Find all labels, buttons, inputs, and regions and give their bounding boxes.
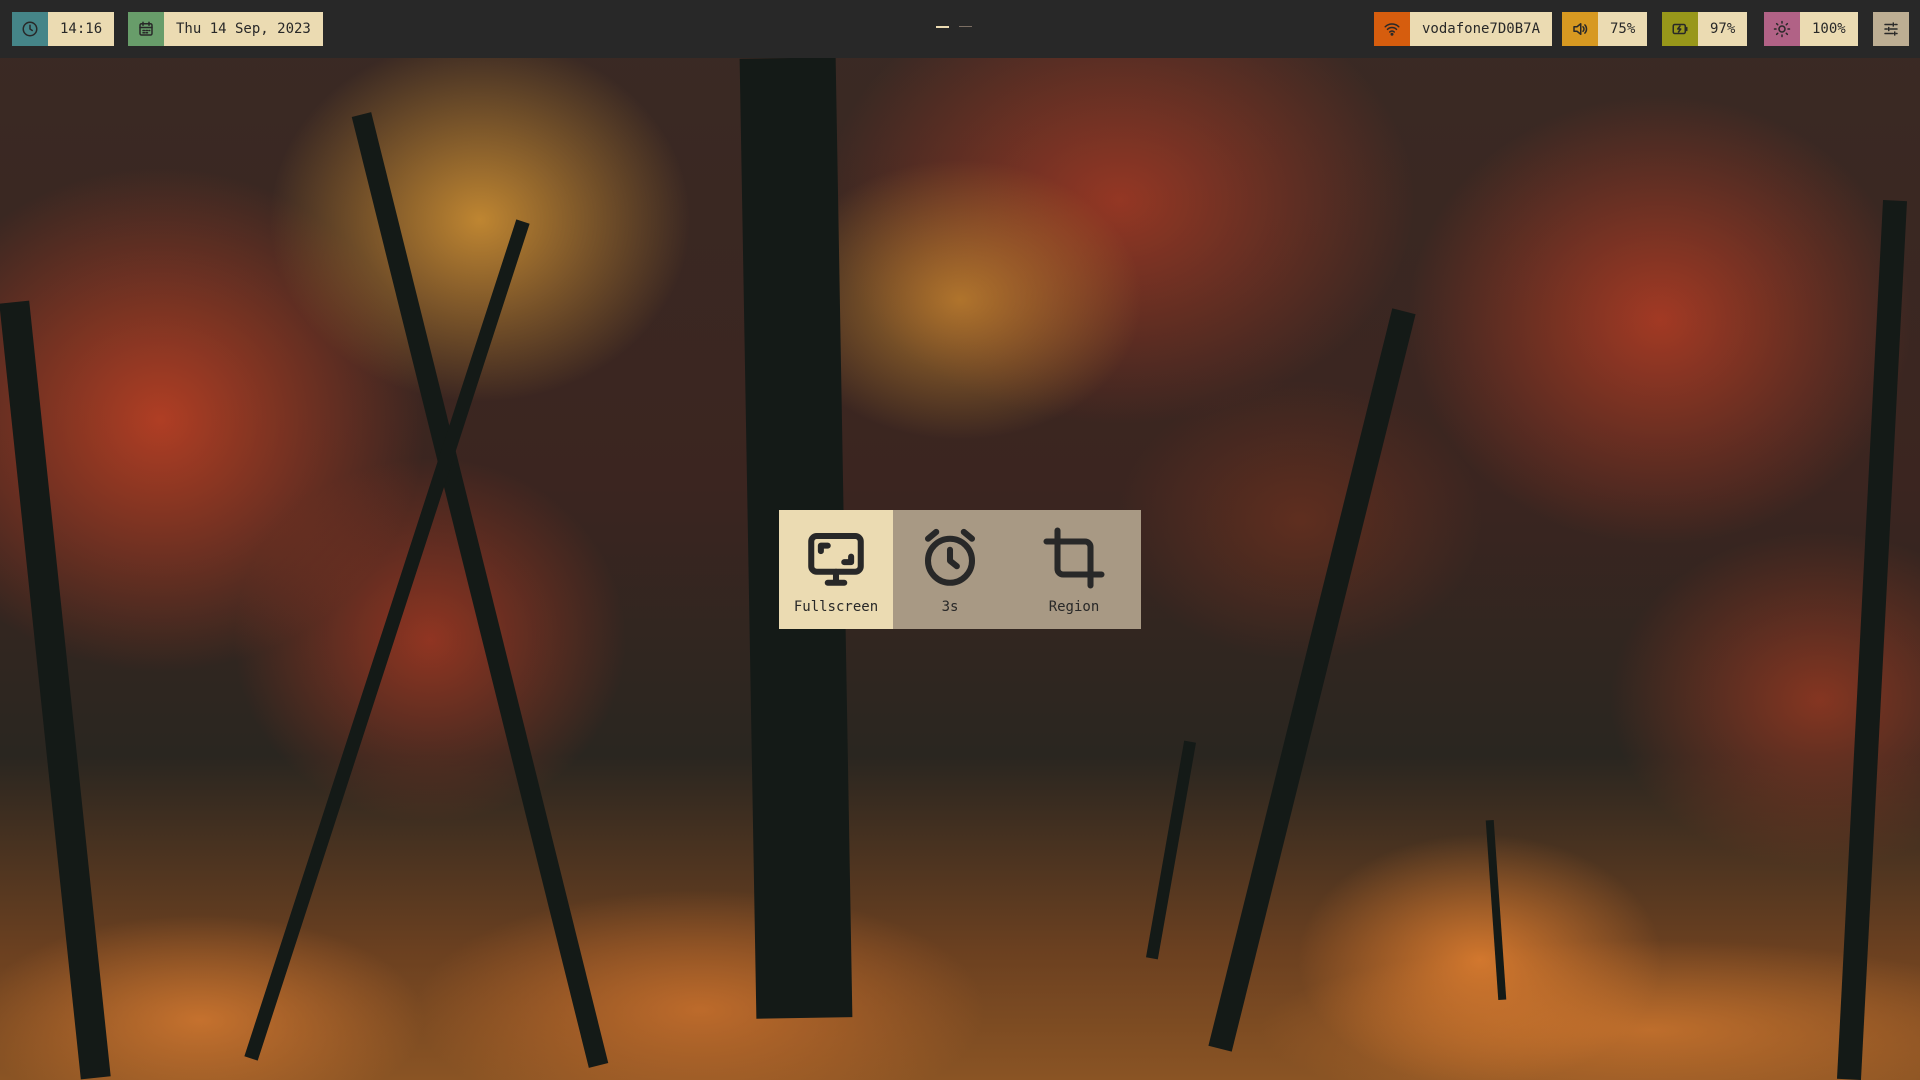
workspace-1[interactable] xyxy=(936,26,949,28)
volume-level: 75% xyxy=(1598,12,1648,46)
wallpaper-trunk xyxy=(0,300,111,1080)
battery-level: 97% xyxy=(1698,12,1748,46)
workspace-2[interactable] xyxy=(959,26,972,27)
fullscreen-label: Fullscreen xyxy=(793,599,879,615)
battery-widget[interactable]: 97% xyxy=(1662,12,1748,46)
fullscreen-option[interactable]: Fullscreen xyxy=(779,510,893,629)
wifi-widget[interactable]: vodafone7D0B7A xyxy=(1374,12,1553,46)
volume-widget[interactable]: 75% xyxy=(1562,12,1648,46)
clock-widget[interactable]: 14:16 xyxy=(12,12,115,46)
clock-time: 14:16 xyxy=(48,12,115,46)
desktop-wallpaper: 14:16 Thu 14 Sep, 2023 vodafone7D0B7A 75… xyxy=(0,0,1920,1080)
timer-label: 3s xyxy=(941,599,959,615)
battery-charging-icon xyxy=(1662,12,1698,46)
sun-icon xyxy=(1764,12,1800,46)
timer-option[interactable]: 3s xyxy=(893,510,1007,629)
date-widget[interactable]: Thu 14 Sep, 2023 xyxy=(128,12,323,46)
clock-icon xyxy=(12,12,48,46)
calendar-icon xyxy=(128,12,164,46)
alarm-clock-icon xyxy=(924,528,976,586)
workspace-indicators xyxy=(936,26,972,28)
wifi-icon xyxy=(1374,12,1410,46)
brightness-widget[interactable]: 100% xyxy=(1764,12,1858,46)
date-text: Thu 14 Sep, 2023 xyxy=(164,12,323,46)
wallpaper-trunk xyxy=(1485,819,1507,1001)
top-bar: 14:16 Thu 14 Sep, 2023 vodafone7D0B7A 75… xyxy=(0,0,1920,58)
brightness-level: 100% xyxy=(1800,12,1858,46)
screenshot-menu: Fullscreen 3s Region xyxy=(779,510,1141,629)
monitor-icon xyxy=(808,532,864,586)
settings-button[interactable] xyxy=(1873,12,1909,46)
wallpaper-trunk xyxy=(351,112,609,1068)
wallpaper-trunk xyxy=(1836,199,1908,1080)
speaker-icon xyxy=(1562,12,1598,46)
wifi-ssid: vodafone7D0B7A xyxy=(1410,12,1553,46)
region-option[interactable]: Region xyxy=(1007,510,1141,629)
region-label: Region xyxy=(1048,599,1100,615)
wallpaper-trunk xyxy=(1145,740,1197,960)
sliders-icon xyxy=(1882,20,1900,38)
wallpaper-trunk xyxy=(1208,308,1416,1052)
crop-icon xyxy=(1043,527,1105,589)
